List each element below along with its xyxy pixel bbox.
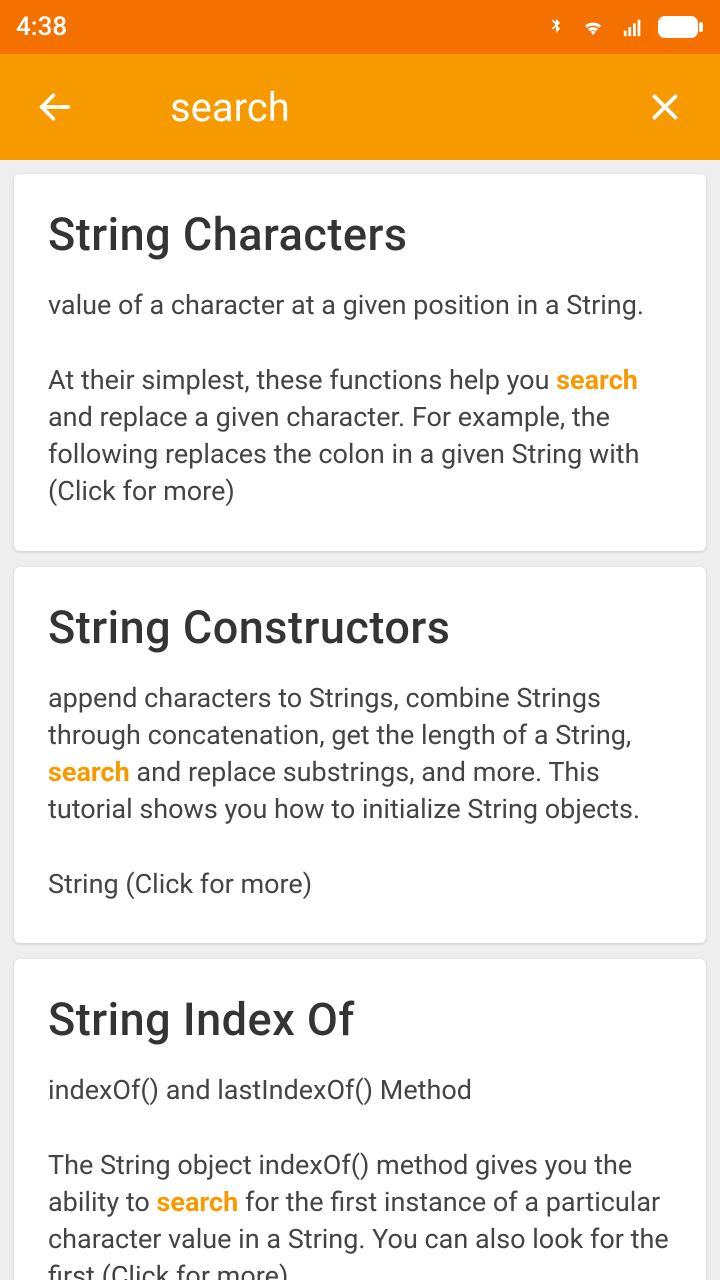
back-button[interactable] bbox=[30, 87, 80, 127]
result-card[interactable]: String Constructors append characters to… bbox=[14, 567, 706, 944]
wifi-icon bbox=[578, 15, 608, 39]
result-card[interactable]: String Index Of indexOf() and lastIndexO… bbox=[14, 959, 706, 1280]
status-icons bbox=[546, 12, 704, 42]
search-bar: search bbox=[0, 54, 720, 160]
search-input[interactable]: search bbox=[170, 84, 640, 131]
result-card[interactable]: String Characters value of a character a… bbox=[14, 174, 706, 551]
result-body: value of a character at a given position… bbox=[48, 287, 672, 511]
highlight: search bbox=[556, 364, 638, 396]
bluetooth-icon bbox=[546, 12, 566, 42]
result-title: String Constructors bbox=[48, 601, 672, 654]
status-time: 4:38 bbox=[16, 12, 67, 42]
battery-icon bbox=[658, 16, 704, 38]
highlight: search bbox=[48, 756, 130, 788]
status-bar: 4:38 bbox=[0, 0, 720, 54]
clear-button[interactable] bbox=[640, 89, 690, 125]
signal-icon bbox=[620, 16, 646, 38]
highlight: search bbox=[157, 1186, 239, 1218]
result-title: String Characters bbox=[48, 208, 672, 261]
results-list: String Characters value of a character a… bbox=[0, 160, 720, 1280]
result-body: indexOf() and lastIndexOf() MethodThe St… bbox=[48, 1072, 672, 1280]
result-body: append characters to Strings, combine St… bbox=[48, 680, 672, 904]
result-title: String Index Of bbox=[48, 993, 672, 1046]
